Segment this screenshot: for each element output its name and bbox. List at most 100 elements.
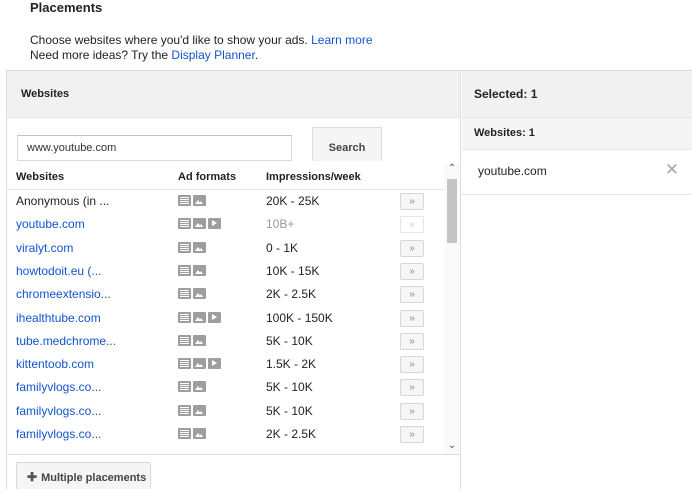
impressions-value: 0 - 1K	[266, 240, 299, 255]
ad-formats	[178, 358, 221, 370]
intro-period: .	[254, 48, 259, 62]
add-placement-button[interactable]: »	[400, 193, 424, 210]
impressions-value: 10K - 15K	[266, 263, 320, 278]
text-ad-icon	[178, 218, 191, 230]
table-row: tube.medchrome... 5K - 10K »	[7, 330, 461, 353]
search-input[interactable]: www.youtube.com	[17, 135, 292, 161]
text-ad-icon	[178, 334, 191, 346]
impressions-value: 100K - 150K	[266, 310, 333, 325]
table-row: familyvlogs.co... 5K - 10K »	[7, 400, 461, 423]
text-ad-icon	[178, 288, 191, 300]
website-name[interactable]: howtodoit.eu (...	[16, 264, 101, 278]
text-ad-icon	[178, 241, 191, 253]
add-placement-button[interactable]: »	[400, 426, 424, 443]
table-row: familyvlogs.co... 2K - 2.5K »	[7, 423, 461, 446]
add-placement-button[interactable]: »	[400, 239, 424, 257]
add-placement-button[interactable]: »	[400, 402, 424, 420]
impressions-value: 10B+	[266, 217, 295, 232]
add-placement-button[interactable]: »	[400, 332, 424, 350]
image-ad-icon	[193, 428, 206, 439]
website-name[interactable]: familyvlogs.co...	[16, 380, 101, 394]
impressions-value: 2K - 2.5K	[266, 287, 317, 302]
selected-panel: Selected: 1 Websites: 1 youtube.com ✕	[462, 71, 692, 489]
scroll-thumb[interactable]	[447, 179, 457, 243]
impressions-value: 1.5K - 2K	[266, 357, 317, 372]
impressions-value: 2K - 2.5K	[266, 427, 317, 441]
website-name[interactable]: viralyt.com	[16, 241, 73, 255]
table-scrollbar[interactable]: ⌃ ⌄	[444, 163, 460, 454]
footer-divider	[7, 454, 461, 455]
website-name[interactable]: familyvlogs.co...	[16, 427, 101, 441]
image-ad-icon	[193, 241, 206, 253]
table-row: viralyt.com 0 - 1K »	[7, 237, 461, 260]
selected-websites-count: Websites: 1	[462, 118, 692, 150]
intro-line-2: Need more ideas? Try the	[30, 48, 169, 62]
text-ad-icon	[178, 381, 191, 393]
ad-formats	[178, 264, 206, 276]
multiple-placements-label: Multiple placements	[41, 472, 147, 484]
table-row: familyvlogs.co... 5K - 10K »	[7, 376, 461, 399]
text-ad-icon	[178, 358, 191, 370]
image-ad-icon	[193, 404, 206, 416]
add-placement-button[interactable]: »	[400, 379, 424, 397]
add-placement-button[interactable]: »	[400, 216, 424, 234]
video-ad-icon	[208, 218, 221, 230]
impressions-value: 20K - 25K	[266, 194, 320, 208]
add-placement-button[interactable]: »	[400, 309, 424, 327]
impressions-value: 5K - 10K	[266, 403, 313, 418]
display-planner-link[interactable]: Display Planner	[171, 48, 254, 62]
table-row: kittentoob.com 1.5K - 2K »	[7, 353, 461, 376]
image-ad-icon	[193, 264, 206, 276]
add-placement-button[interactable]: »	[400, 262, 424, 280]
add-placement-button[interactable]: »	[400, 286, 424, 304]
ad-formats	[178, 241, 206, 253]
plus-icon: ✚	[27, 470, 38, 484]
image-ad-icon	[193, 381, 206, 393]
scroll-down-icon[interactable]: ⌄	[444, 440, 460, 454]
text-ad-icon	[178, 404, 191, 416]
selected-item-name: youtube.com	[478, 164, 547, 178]
website-name[interactable]: kittentoob.com	[16, 357, 94, 371]
column-header-websites[interactable]: Websites	[16, 171, 64, 183]
text-ad-icon	[178, 195, 191, 206]
ad-formats	[178, 404, 206, 416]
text-ad-icon	[178, 311, 191, 323]
page-title: Placements	[30, 0, 103, 15]
table-row: Anonymous (in ... 20K - 25K »	[7, 190, 461, 213]
ad-formats	[178, 311, 221, 323]
ad-formats	[178, 428, 206, 439]
multiple-placements-button[interactable]: ✚ Multiple placements	[16, 462, 151, 489]
websites-panel: Websites www.youtube.com Search Websites…	[7, 71, 461, 489]
website-name[interactable]: youtube.com	[16, 217, 85, 231]
website-name[interactable]: familyvlogs.co...	[16, 404, 101, 418]
column-header-impressions[interactable]: Impressions/week	[266, 171, 361, 183]
scroll-up-icon[interactable]: ⌃	[444, 163, 460, 177]
impressions-value: 5K - 10K	[266, 333, 313, 348]
website-name[interactable]: chromeextensio...	[16, 287, 111, 301]
website-name: Anonymous (in ...	[16, 194, 110, 208]
column-header-ad-formats[interactable]: Ad formats	[178, 171, 236, 183]
website-name[interactable]: ihealthtube.com	[16, 311, 101, 325]
intro-line-1: Choose websites where you'd like to show…	[30, 33, 308, 47]
intro-text: Choose websites where you'd like to show…	[30, 33, 373, 63]
add-placement-button[interactable]: »	[400, 356, 424, 374]
ad-formats	[178, 218, 221, 230]
image-ad-icon	[193, 195, 206, 206]
image-ad-icon	[193, 311, 206, 323]
table-row: youtube.com 10B+ »	[7, 213, 461, 236]
image-ad-icon	[193, 288, 206, 300]
ad-formats	[178, 334, 206, 346]
table-row: ihealthtube.com 100K - 150K »	[7, 307, 461, 330]
search-button[interactable]: Search	[312, 127, 382, 161]
websites-table: Anonymous (in ... 20K - 25K » youtube.com 10…	[7, 189, 461, 454]
remove-icon[interactable]: ✕	[665, 161, 679, 178]
ad-formats	[178, 381, 206, 393]
image-ad-icon	[193, 334, 206, 346]
ad-formats	[178, 195, 206, 206]
selected-item: youtube.com ✕	[462, 150, 692, 195]
website-name[interactable]: tube.medchrome...	[16, 334, 116, 348]
learn-more-link[interactable]: Learn more	[311, 33, 372, 47]
video-ad-icon	[208, 358, 221, 370]
table-row: howtodoit.eu (... 10K - 15K »	[7, 260, 461, 283]
placements-panel: Websites www.youtube.com Search Websites…	[6, 70, 692, 489]
